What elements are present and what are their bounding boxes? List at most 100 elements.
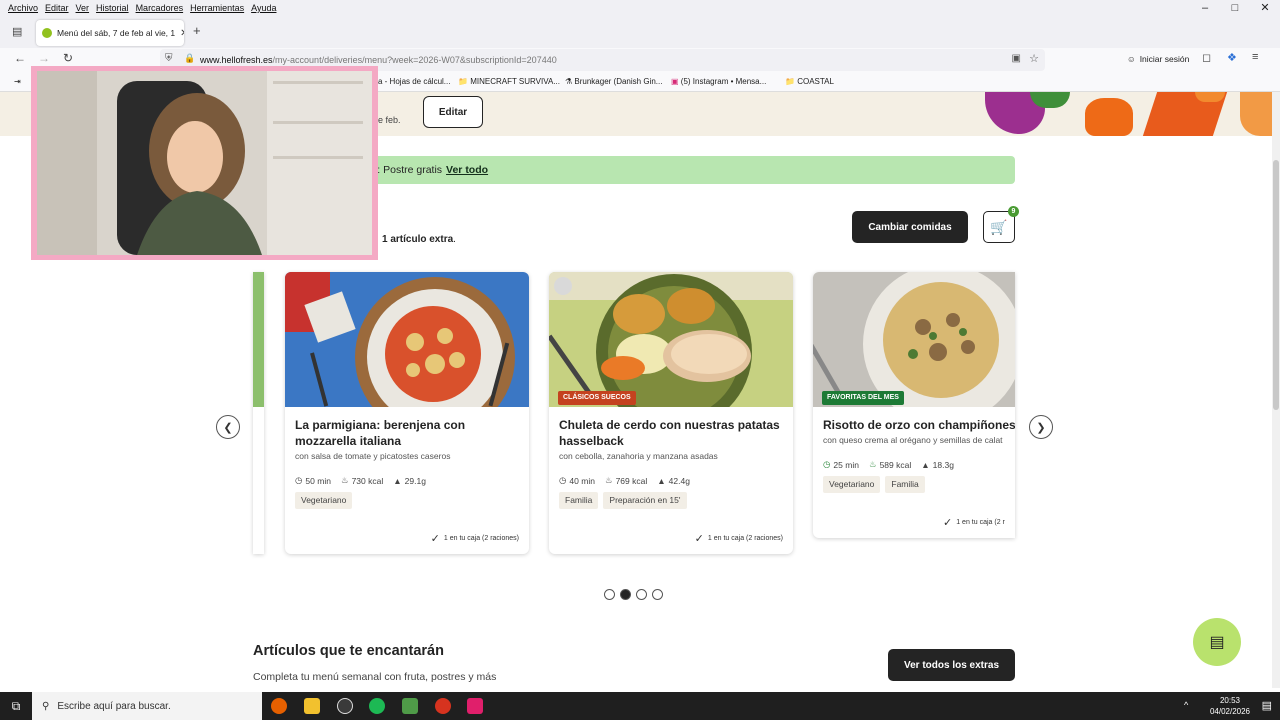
carousel-prev-button[interactable]: ❮	[216, 415, 240, 439]
calories: ♨ 769 kcal	[605, 475, 647, 486]
recipe-badge: CLÁSICOS SUECOS	[558, 391, 636, 405]
clock-date: 04/02/2026	[1209, 707, 1250, 716]
recipe-card[interactable]: FAVORITAS DEL MES Risotto de orzo con ch…	[813, 272, 1015, 538]
carousel-dot[interactable]	[636, 589, 647, 600]
webcam-overlay	[31, 66, 378, 260]
menu-archivo[interactable]: Archivo	[8, 3, 38, 13]
recipe-tag: Familia	[885, 476, 925, 493]
carousel-dot[interactable]	[652, 589, 663, 600]
muscle-icon: ▲	[657, 475, 666, 486]
recipe-card[interactable]: CLÁSICOS SUECOS Chuleta de cerdo con nue…	[549, 272, 793, 554]
hellofresh-favicon-icon	[42, 28, 52, 38]
search-icon: ⚲	[42, 700, 50, 712]
sync-icon[interactable]: ❖	[1227, 51, 1237, 64]
app-icon[interactable]	[402, 698, 418, 714]
sign-in-button[interactable]: ☺ Iniciar sesión	[1127, 54, 1189, 64]
recipe-subtitle: con salsa de tomate y picatostes caseros	[295, 451, 451, 461]
carousel-next-button[interactable]: ❯	[1029, 415, 1053, 439]
parmigiana-photo	[285, 272, 529, 437]
flame-icon: ♨	[340, 475, 349, 485]
recipe-subtitle: con queso crema al orégano y semillas de…	[823, 435, 1003, 445]
recipe-subtitle: con cebolla, zanahoria y manzana asadas	[559, 451, 718, 461]
tray-chevron-up-icon[interactable]: ^	[1184, 700, 1188, 710]
tab-bar: ▤ Menú del sáb, 7 de feb al vie, 1 ✕ +	[0, 16, 1280, 48]
promo-link[interactable]: Ver todo	[446, 164, 488, 176]
section-subtitle: Completa tu menú semanal con fruta, post…	[253, 671, 497, 683]
chevron-right-icon: ❯	[1036, 421, 1046, 434]
cook-time: ◷ 25 min	[823, 459, 859, 470]
protein-value: 29.1g	[404, 475, 426, 486]
active-tab[interactable]: Menú del sáb, 7 de feb al vie, 1 ✕	[36, 20, 184, 46]
new-tab-icon[interactable]: +	[193, 23, 201, 38]
menu-ayuda[interactable]: Ayuda	[251, 3, 276, 13]
chat-button[interactable]: ▤	[1193, 618, 1241, 666]
bookmark-brunkager[interactable]: ⚗ Brunkager (Danish Gin...	[565, 77, 662, 86]
edit-button[interactable]: Editar	[423, 96, 483, 128]
spotify-icon[interactable]	[369, 698, 385, 714]
menu-ver[interactable]: Ver	[76, 3, 90, 13]
bookmark-minecraft-label: MINECRAFT SURVIVA...	[470, 77, 560, 86]
clock-icon: ◷	[559, 475, 567, 485]
bookmark-brunkager-label: Brunkager (Danish Gin...	[574, 77, 663, 86]
protein: ▲ 42.4g	[657, 475, 690, 486]
menu-historial[interactable]: Historial	[96, 3, 129, 13]
tab-close-icon[interactable]: ✕	[180, 28, 184, 39]
check-icon: ✓	[430, 533, 440, 545]
app-menu-icon[interactable]: ≡	[1252, 51, 1258, 63]
in-box-text: 1 en tu caja (2 raciones)	[443, 535, 519, 542]
clock-icon: ◷	[295, 475, 303, 485]
tab-list-icon[interactable]: ▤	[12, 25, 22, 38]
bookmark-star-icon[interactable]: ☆	[1029, 52, 1039, 65]
check-icon: ✓	[943, 517, 953, 529]
muscle-icon: ▲	[921, 459, 930, 470]
lock-icon[interactable]: 🔒	[184, 53, 195, 64]
recorder-icon[interactable]	[435, 698, 451, 714]
bookmark-minecraft[interactable]: 📁 MINECRAFT SURVIVA...	[458, 77, 560, 86]
in-box-status: ✓ 1 en tu caja (2 raciones)	[695, 532, 783, 545]
obs-icon[interactable]	[337, 698, 353, 714]
taskbar-search-placeholder: Escribe aquí para buscar.	[57, 700, 171, 712]
notification-icon[interactable]: ▤	[1262, 699, 1272, 712]
menu-bar: Archivo Editar Ver Historial Marcadores …	[0, 0, 1280, 16]
firefox-icon[interactable]	[271, 698, 287, 714]
menu-editar[interactable]: Editar	[45, 3, 69, 13]
extras-count-text: 1 artículo extra	[382, 234, 454, 245]
forward-icon[interactable]: →	[38, 51, 50, 65]
clock-time: 20:53	[1219, 696, 1240, 705]
bookmark-instagram[interactable]: ▣ (5) Instagram • Mensa...	[671, 77, 766, 86]
bookmark-coastal[interactable]: 📁 COASTAL	[785, 77, 834, 86]
protein: ▲ 29.1g	[393, 475, 426, 486]
carousel-dot-active[interactable]	[620, 589, 631, 600]
reader-view-icon[interactable]: ▣	[1012, 53, 1021, 64]
change-meals-button[interactable]: Cambiar comidas	[852, 211, 968, 243]
sign-in-label: Iniciar sesión	[1139, 54, 1190, 64]
bookmark-sheets[interactable]: a - Hojas de cálcul...	[378, 77, 450, 86]
recipe-card[interactable]: La parmigiana: berenjena con mozzarella …	[285, 272, 529, 554]
url-path: /my-account/deliveries/menu?week=2026-W0…	[272, 55, 557, 65]
recipe-tag: Familia	[559, 492, 599, 509]
risotto-photo	[813, 272, 1015, 424]
import-bookmarks-icon[interactable]: ⇥	[14, 77, 21, 86]
shield-icon[interactable]: ⛨	[165, 53, 173, 64]
reload-icon[interactable]: ↻	[63, 51, 73, 65]
carousel-dot[interactable]	[604, 589, 615, 600]
extensions-icon[interactable]: ◻	[1202, 51, 1211, 64]
menu-marcadores[interactable]: Marcadores	[136, 3, 184, 13]
cook-time-value: 40 min	[569, 475, 595, 486]
calories-value: 589 kcal	[879, 459, 912, 470]
system-clock[interactable]: 20:53 04/02/2026	[1210, 695, 1250, 717]
menu-herramientas[interactable]: Herramientas	[190, 3, 244, 13]
taskbar-search[interactable]: ⚲ Escribe aquí para buscar.	[32, 692, 262, 720]
previous-card-peek[interactable]	[253, 272, 264, 554]
calories: ♨ 589 kcal	[869, 459, 911, 470]
file-explorer-icon[interactable]	[304, 698, 320, 714]
cook-time-value: 50 min	[305, 475, 331, 486]
back-icon[interactable]: ←	[14, 51, 26, 65]
squash-illustration	[1240, 92, 1272, 136]
scrollbar-thumb[interactable]	[1273, 160, 1279, 410]
tiktok-icon[interactable]	[467, 698, 483, 714]
recipe-tag: Preparación en 15'	[603, 492, 687, 509]
windows-start-icon[interactable]: ⧉	[0, 692, 32, 720]
view-all-extras-button[interactable]: Ver todos los extras	[888, 649, 1015, 681]
in-box-status: ✓ 1 en tu caja (2 r	[943, 516, 1005, 529]
